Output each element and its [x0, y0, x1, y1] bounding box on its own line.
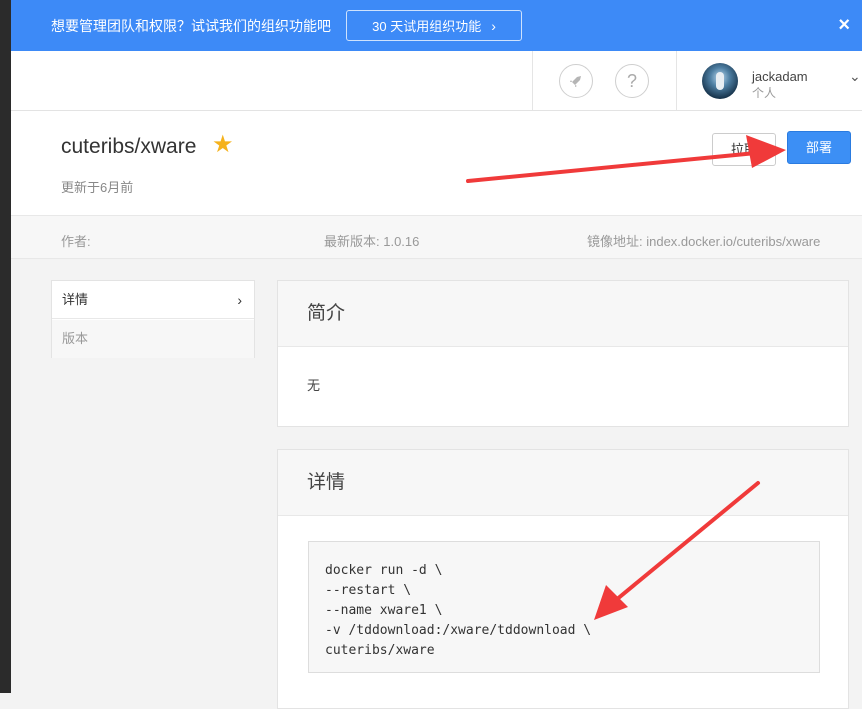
details-card: 详情 docker run -d \ --restart \ --name xw…: [277, 449, 849, 709]
deploy-button[interactable]: 部署: [787, 131, 851, 164]
intro-card: 简介 无: [277, 280, 849, 427]
username[interactable]: jackadam: [752, 69, 808, 84]
chevron-right-icon: ›: [237, 292, 242, 308]
avatar[interactable]: [702, 63, 738, 99]
trial-button-label: 30 天试用组织功能: [372, 19, 482, 34]
trial-organization-button[interactable]: 30 天试用组织功能 ›: [346, 10, 522, 41]
divider: [532, 51, 533, 110]
window-edge: [0, 0, 11, 693]
updated-time: 更新于6月前: [61, 180, 134, 195]
question-glyph: ?: [626, 70, 637, 91]
intro-heading: 简介: [278, 281, 848, 347]
rocket-glyph: [570, 76, 581, 87]
rocket-icon[interactable]: [559, 64, 593, 98]
side-nav-item-versions[interactable]: 版本: [52, 320, 254, 358]
run-command-code: docker run -d \ --restart \ --name xware…: [308, 541, 820, 673]
banner-text: 想要管理团队和权限？试试我们的组织功能吧: [51, 18, 331, 34]
repo-header: cuteribs/xware ★ 更新于6月前 拉取 部署: [11, 111, 862, 215]
image-address: 镜像地址: index.docker.io/cuteribs/xware: [587, 234, 821, 249]
divider: [676, 51, 677, 110]
pull-button[interactable]: 拉取: [712, 133, 776, 166]
side-nav-label: 版本: [62, 331, 89, 346]
promo-banner: 想要管理团队和权限？试试我们的组织功能吧 30 天试用组织功能 › ×: [11, 0, 862, 51]
help-icon[interactable]: ?: [615, 64, 649, 98]
account-type: 个人: [752, 86, 777, 100]
page-title: cuteribs/xware: [61, 135, 197, 158]
details-heading: 详情: [278, 450, 848, 516]
repo-meta: 作者: 最新版本: 1.0.16 镜像地址: index.docker.io/c…: [11, 215, 862, 259]
author-label: 作者:: [61, 234, 91, 249]
close-icon[interactable]: ×: [838, 13, 850, 37]
intro-body: 无: [307, 378, 321, 393]
latest-version: 最新版本: 1.0.16: [324, 234, 420, 249]
side-nav: 详情 › 版本: [51, 280, 255, 358]
chevron-down-icon[interactable]: ⌄: [849, 68, 861, 85]
side-nav-label: 详情: [62, 292, 89, 307]
side-nav-item-details[interactable]: 详情 ›: [52, 281, 254, 319]
chevron-right-icon: ›: [491, 18, 496, 34]
star-icon[interactable]: ★: [212, 132, 234, 158]
top-navigation-bar: ? jackadam 个人 ⌄: [11, 51, 862, 111]
